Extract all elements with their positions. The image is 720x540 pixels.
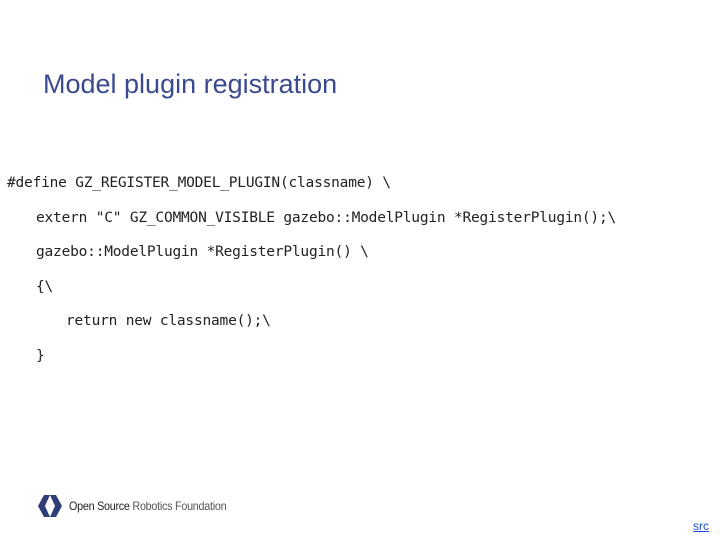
logo-text-bold: Open Source xyxy=(69,499,130,513)
osrf-logo-icon xyxy=(38,495,62,517)
code-line: gazebo::ModelPlugin *RegisterPlugin() \ xyxy=(36,244,369,261)
code-line: } xyxy=(36,347,45,364)
code-block: #define GZ_REGISTER_MODEL_PLUGIN(classna… xyxy=(7,171,616,379)
logo-text: Open Source Robotics Foundation xyxy=(69,499,227,513)
code-line: return new classname();\ xyxy=(66,313,271,330)
osrf-logo: Open Source Robotics Foundation xyxy=(37,494,244,518)
slide-title: Model plugin registration xyxy=(43,69,338,99)
code-line: {\ xyxy=(36,278,54,295)
logo-text-light: Robotics Foundation xyxy=(129,499,227,513)
code-line: #define GZ_REGISTER_MODEL_PLUGIN(classna… xyxy=(7,175,391,191)
src-link[interactable]: src xyxy=(693,519,709,533)
code-line: extern "C" GZ_COMMON_VISIBLE gazebo::Mod… xyxy=(36,209,617,226)
